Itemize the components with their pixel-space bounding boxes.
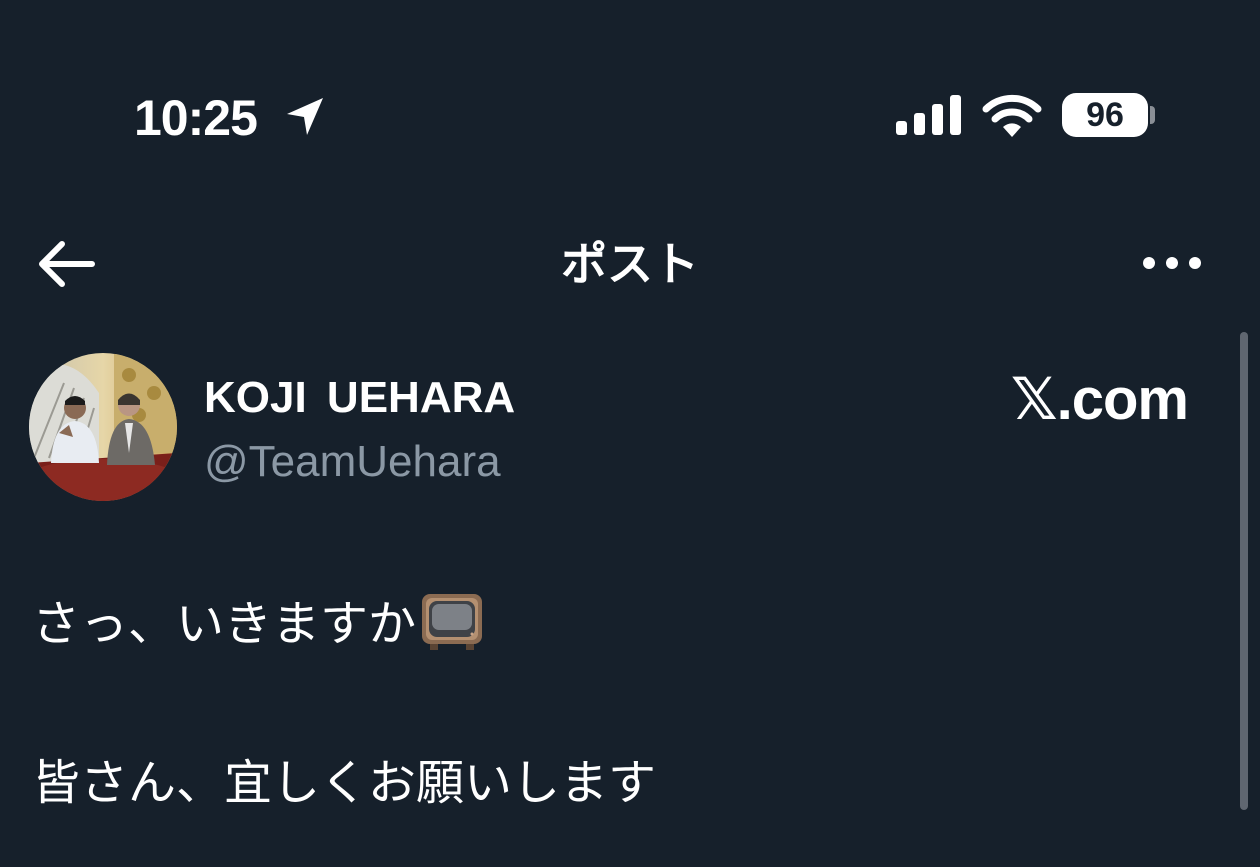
battery-tip [1150, 106, 1155, 124]
post-screen: 10:25 96 ポスト KOJI UEHARA @TeamUehara 𝕏.c… [0, 0, 1260, 867]
battery-icon: 96 [1062, 93, 1148, 137]
post-text-line1-text: さっ、いきますか [32, 598, 417, 651]
page-title: ポスト [561, 238, 699, 290]
television-icon [422, 594, 483, 650]
post-text-line2: 皆さん、宜しくお願いします [32, 757, 657, 810]
more-options-icon [1143, 257, 1201, 269]
source-logo: 𝕏.com [1010, 367, 1189, 432]
avatar[interactable] [29, 353, 177, 501]
cellular-signal-icon [896, 95, 961, 135]
author-display-name[interactable]: KOJI UEHARA [204, 372, 515, 424]
scrollbar[interactable] [1240, 332, 1248, 810]
author-handle[interactable]: @TeamUehara [204, 436, 501, 488]
wifi-icon [982, 94, 1042, 137]
location-arrow-icon [287, 98, 323, 135]
more-options-button[interactable] [1140, 250, 1204, 276]
status-time: 10:25 [134, 90, 258, 146]
post-text-line1: さっ、いきますか [32, 590, 484, 655]
